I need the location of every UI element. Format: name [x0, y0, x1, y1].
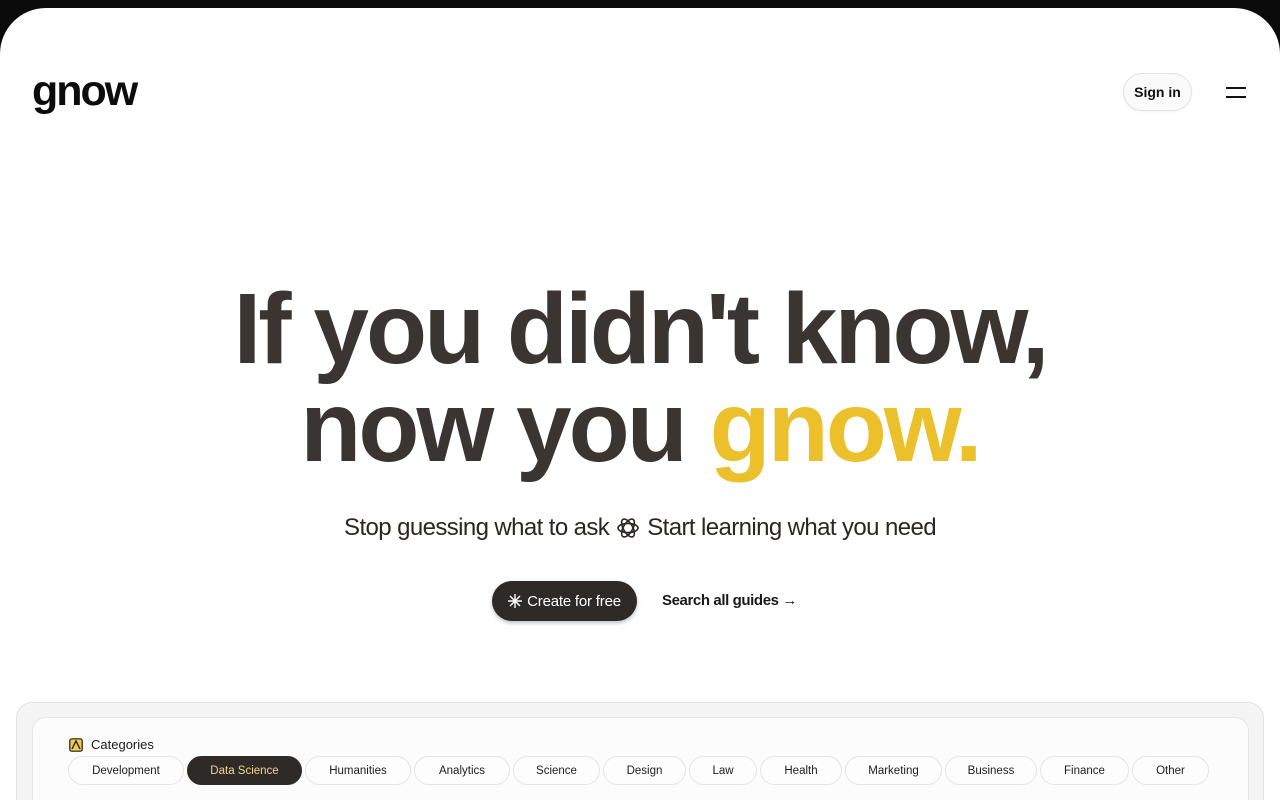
create-for-free-button[interactable]: Create for free [492, 581, 637, 621]
categories-icon [69, 737, 83, 752]
hero-headline: If you didn't know, now you gnow. [0, 273, 1280, 477]
category-chip-science[interactable]: Science [513, 756, 600, 785]
subtitle-left: Stop guessing what to ask [344, 514, 610, 541]
category-chip-business[interactable]: Business [945, 756, 1037, 785]
hamburger-menu-button[interactable] [1220, 80, 1252, 104]
categories-header: Categories [69, 737, 154, 752]
category-chip-humanities[interactable]: Humanities [305, 756, 411, 785]
hero-accent-word: gnow. [709, 371, 983, 483]
category-chip-development[interactable]: Development [68, 756, 184, 785]
category-chip-finance[interactable]: Finance [1040, 756, 1129, 785]
category-chip-design[interactable]: Design [603, 756, 686, 785]
hero-line-1: If you didn't know, [233, 273, 1050, 385]
categories-card: Categories Development Data Science Humani… [32, 717, 1249, 800]
category-chip-other[interactable]: Other [1132, 756, 1209, 785]
hero-subtitle: Stop guessing what to ask Start learning… [0, 514, 1280, 542]
page-frame: gnow Sign in If you didn't know, now you… [0, 8, 1280, 800]
sign-in-button[interactable]: Sign in [1123, 73, 1192, 111]
categories-title: Categories [91, 737, 154, 752]
create-button-label: Create for free [527, 592, 621, 610]
search-all-guides-link[interactable]: Search all guides → [662, 592, 797, 609]
openai-logo-icon [617, 518, 640, 538]
categories-panel: Categories Development Data Science Humani… [16, 702, 1264, 800]
hero-line-2: now you gnow. [0, 377, 1280, 477]
hamburger-menu-icon [1226, 87, 1246, 98]
category-chip-data-science[interactable]: Data Science [187, 756, 302, 785]
subtitle-right: Start learning what you need [647, 514, 936, 541]
category-chip-list: Development Data Science Humanities Analyti… [68, 756, 1209, 785]
category-chip-health[interactable]: Health [760, 756, 842, 785]
category-chip-analytics[interactable]: Analytics [414, 756, 510, 785]
gnow-logo[interactable]: gnow [32, 70, 138, 113]
sparkle-icon [508, 594, 523, 608]
hero-line-2-prefix: now you [300, 371, 688, 483]
category-chip-marketing[interactable]: Marketing [845, 756, 942, 785]
category-chip-law[interactable]: Law [689, 756, 757, 785]
